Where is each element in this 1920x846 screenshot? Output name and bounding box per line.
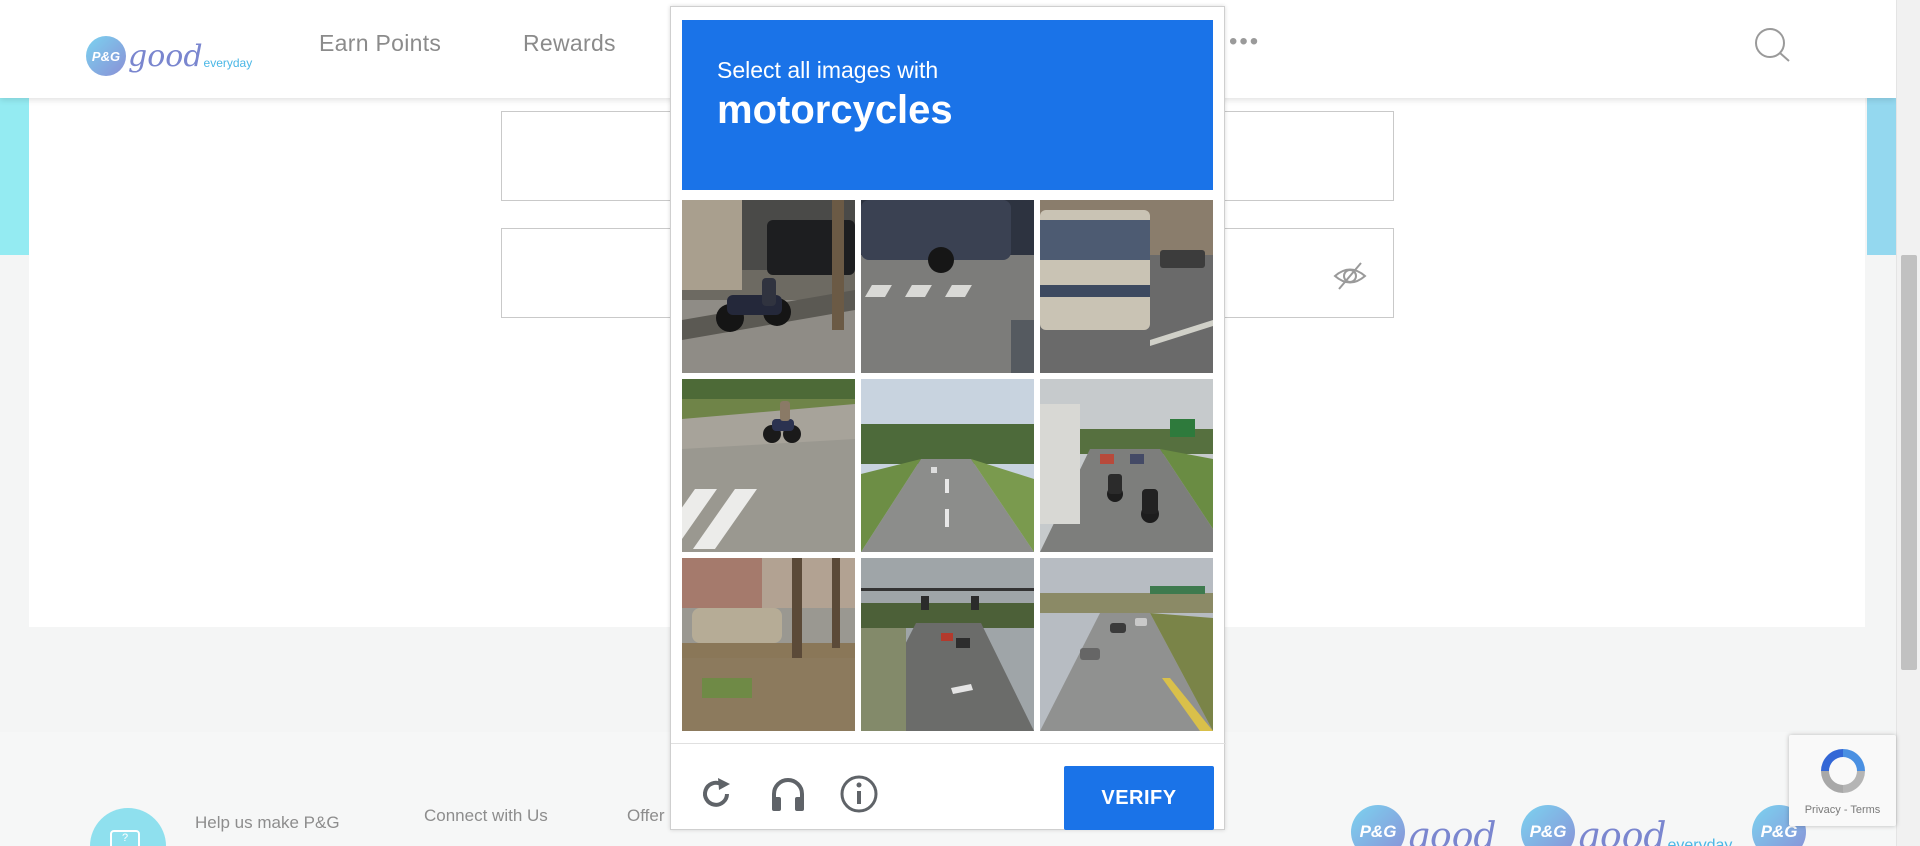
footer-help-text[interactable]: Help us make P&G (195, 813, 340, 833)
logo-good-text: good (1407, 816, 1497, 846)
logo-everyday-text: everyday (1667, 837, 1733, 846)
decorative-band-right (1867, 98, 1896, 255)
recaptcha-privacy-terms[interactable]: Privacy - Terms (1789, 804, 1896, 816)
scrollbar-thumb[interactable] (1901, 255, 1917, 670)
captcha-target: motorcycles (717, 88, 953, 132)
verify-button[interactable]: VERIFY (1064, 766, 1214, 830)
captcha-tile-3[interactable] (1040, 200, 1213, 373)
nav-earn-points[interactable]: Earn Points (319, 30, 441, 57)
footer-logo-good-everyday[interactable]: P&G good everyday (1521, 805, 1732, 846)
captcha-header: Select all images with motorcycles (682, 20, 1213, 190)
pg-badge: P&G (1521, 805, 1575, 846)
captcha-tile-4[interactable] (682, 379, 855, 552)
captcha-tile-9[interactable] (1040, 558, 1213, 731)
page-scrollbar[interactable] (1896, 0, 1920, 846)
logo-good-text: good (1577, 816, 1667, 846)
pg-badge: P&G (86, 36, 126, 76)
footer-connect-link[interactable]: Connect with Us (424, 806, 548, 826)
captcha-footer: VERIFY (671, 743, 1226, 831)
captcha-tile-8[interactable] (861, 558, 1034, 731)
decorative-band-left (0, 98, 29, 255)
captcha-tile-2[interactable] (861, 200, 1034, 373)
search-icon[interactable] (1753, 26, 1793, 66)
more-menu-icon[interactable]: ••• (1229, 28, 1260, 56)
eye-slash-icon[interactable] (1331, 257, 1369, 295)
recaptcha-badge[interactable]: Privacy - Terms (1789, 735, 1896, 826)
logo-good-text: good (128, 39, 203, 74)
headphones-icon[interactable] (768, 774, 808, 814)
logo-everyday-text: everyday (203, 56, 253, 70)
info-icon[interactable] (839, 774, 879, 814)
footer-logo-good[interactable]: P&G good (1351, 805, 1496, 846)
captcha-challenge: Select all images with motorcycles VERIF… (670, 6, 1226, 831)
pg-badge: P&G (1351, 805, 1405, 846)
pg-good-everyday-logo[interactable]: P&G good everyday (86, 28, 252, 76)
captcha-tile-6[interactable] (1040, 379, 1213, 552)
captcha-tile-5[interactable] (861, 379, 1034, 552)
nav-rewards[interactable]: Rewards (523, 30, 616, 57)
captcha-tile-1[interactable] (682, 200, 855, 373)
footer-offers-link[interactable]: Offer (627, 806, 664, 826)
captcha-tile-7[interactable] (682, 558, 855, 731)
reload-icon[interactable] (696, 774, 736, 814)
recaptcha-logo-icon (1821, 749, 1865, 793)
captcha-instruction: Select all images with (717, 57, 939, 83)
captcha-image-grid (682, 200, 1213, 731)
